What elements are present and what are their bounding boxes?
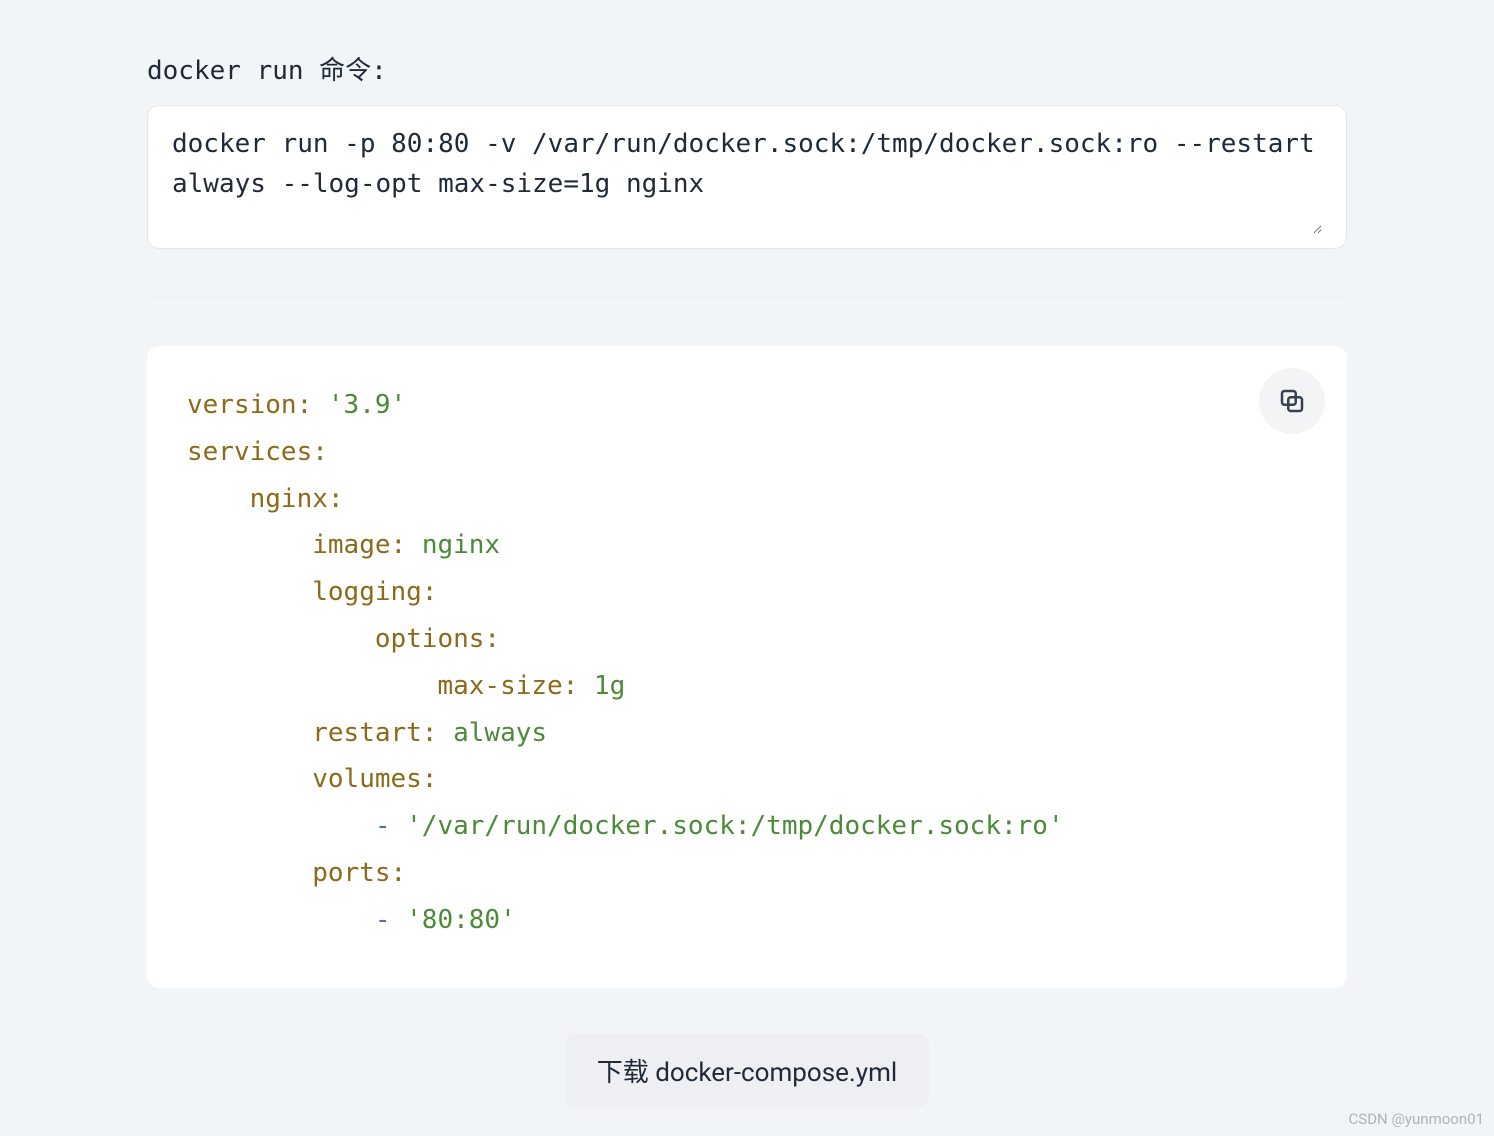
command-input-card xyxy=(147,105,1347,249)
input-label: docker run 命令: xyxy=(147,50,1347,87)
docker-run-input[interactable] xyxy=(172,124,1322,234)
yaml-output-card: version: '3.9' services: nginx: image: n… xyxy=(147,346,1347,988)
copy-button[interactable] xyxy=(1259,368,1325,434)
watermark: CSDN @yunmoon01 xyxy=(1349,1110,1484,1128)
download-button[interactable]: 下载 docker-compose.yml xyxy=(565,1034,929,1107)
divider xyxy=(147,297,1347,298)
copy-icon xyxy=(1277,386,1307,416)
yaml-code: version: '3.9' services: nginx: image: n… xyxy=(187,382,1307,944)
